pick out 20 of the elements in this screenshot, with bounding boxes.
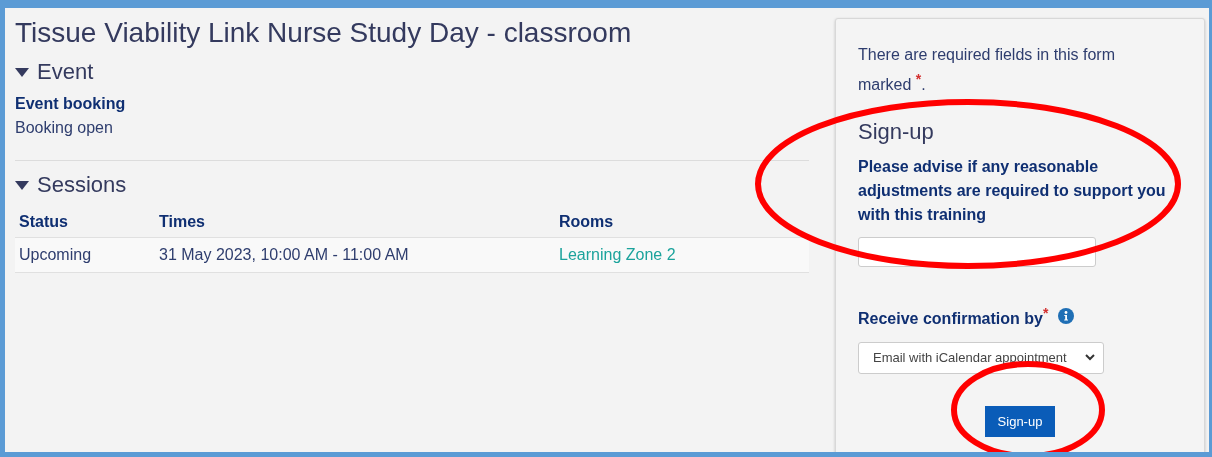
- chevron-down-icon: [1085, 354, 1095, 362]
- info-icon[interactable]: [1058, 308, 1075, 325]
- section-heading[interactable]: Sessions: [37, 171, 127, 199]
- field-label: Receive confirmation by$^{*}$: [858, 304, 1049, 330]
- caret-icon[interactable]: [15, 180, 29, 190]
- section-heading[interactable]: Event: [37, 58, 94, 86]
- table-cell: 31 May 2023, 10:00 AM - 11:00 AM: [159, 246, 409, 263]
- signup-button[interactable]: Sign-up: [984, 405, 1056, 437]
- required-fields-note: There are required fields in this form marked $^{*}$.: [858, 45, 1116, 96]
- column-header: Rooms: [559, 213, 614, 230]
- column-header: Status: [19, 213, 68, 230]
- column-header: Times: [159, 213, 205, 230]
- field-value: Booking open: [15, 118, 113, 138]
- dropdown[interactable]: Email with iCalendar appointment: [858, 341, 1104, 374]
- field-label: Please advise if any reasonable adjustments are required to support you with this training: [858, 157, 1167, 226]
- table-cell: Upcoming: [19, 246, 92, 263]
- caret-icon[interactable]: [15, 67, 29, 77]
- page-title: Tissue Viability Link Nurse Study Day - classroom: [15, 16, 633, 50]
- field-label: Event booking: [15, 94, 126, 114]
- form-heading: Sign-up: [858, 119, 934, 145]
